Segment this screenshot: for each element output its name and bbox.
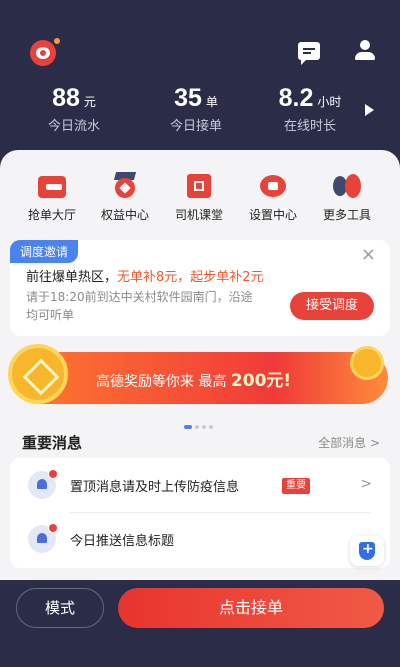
- banner-text-main: 高德奖励等你来 最高: [96, 374, 227, 390]
- quick-action-label: 司机课堂: [174, 208, 223, 222]
- shield-icon[interactable]: [350, 536, 384, 566]
- stat-unit: 小时: [317, 95, 342, 109]
- accept-dispatch-button[interactable]: 接受调度: [290, 292, 374, 320]
- banner-text: 高德奖励等你来 最高 200元!: [96, 366, 291, 391]
- list-item[interactable]: 置顶消息请及时上传防疫信息 重要 >: [10, 458, 390, 512]
- close-icon[interactable]: ×: [361, 244, 376, 265]
- news-text: 今日推送信息标题: [70, 534, 175, 549]
- chevron-right-icon: >: [360, 476, 372, 492]
- all-news-link[interactable]: 全部消息 >: [318, 434, 380, 451]
- banner-amount: 200元!: [230, 371, 292, 391]
- app-logo: [30, 38, 60, 66]
- order-hall-icon: [36, 172, 68, 200]
- stat-value: 8.2: [278, 84, 314, 112]
- quick-action-more-tools[interactable]: 更多工具: [312, 172, 382, 223]
- invite-title-highlight: 无单补8元，起步单补2元: [117, 270, 264, 285]
- coin-icon: [8, 344, 68, 404]
- message-icon[interactable]: [298, 42, 320, 65]
- reward-banner[interactable]: 高德奖励等你来 最高 200元!: [8, 344, 388, 404]
- invite-tag: 调度邀请: [10, 240, 79, 263]
- invite-description: 请于18:20前到达中关村软件园南门，沿途均可听单: [26, 290, 253, 322]
- bottom-bar: 模式 点击接单: [0, 580, 400, 667]
- stat-label: 今日流水: [47, 119, 100, 134]
- stat-label: 今日接单: [169, 119, 222, 134]
- stat-label: 在线时长: [283, 119, 336, 134]
- news-text: 置顶消息请及时上传防疫信息: [70, 480, 240, 495]
- news-heading: 重要消息: [22, 434, 83, 452]
- stat-unit: 单: [205, 95, 218, 109]
- bell-icon: [28, 469, 58, 499]
- quick-action-label: 更多工具: [322, 208, 371, 222]
- settings-icon: [257, 172, 289, 200]
- user-icon[interactable]: [354, 40, 376, 62]
- accept-order-button[interactable]: 点击接单: [118, 588, 384, 628]
- quick-action-settings[interactable]: 设置中心: [238, 172, 308, 223]
- main-sheet: 抢单大厅 权益中心 司机课堂 设置中心 更多工具 调度邀请 × 前往爆单热区，无…: [0, 150, 400, 580]
- list-item[interactable]: 今日推送信息标题: [10, 512, 390, 566]
- top-bar: 88 元 今日流水 35 单 今日接单 8.2 小时 在线时长: [0, 0, 400, 150]
- tools-icon: [331, 172, 363, 200]
- dispatch-invite-card: 调度邀请 × 前往爆单热区，无单补8元，起步单补2元 请于18:20前到达中关村…: [10, 240, 390, 336]
- invite-title: 前往爆单热区，无单补8元，起步单补2元: [26, 266, 264, 285]
- quick-action-rights[interactable]: 权益中心: [90, 172, 160, 223]
- medal-icon: [109, 172, 141, 200]
- mode-button[interactable]: 模式: [16, 588, 104, 628]
- quick-action-label: 权益中心: [100, 208, 149, 222]
- stat-unit: 元: [83, 95, 96, 109]
- play-arrow-icon[interactable]: [365, 104, 374, 116]
- stat-online-time: 8.2 小时 在线时长: [270, 84, 350, 134]
- bell-icon: [28, 523, 58, 553]
- quick-action-order-hall[interactable]: 抢单大厅: [17, 172, 87, 223]
- important-badge: 重要: [282, 478, 310, 494]
- stat-today-income: 88 元 今日流水: [38, 84, 110, 134]
- stat-today-orders: 35 单 今日接单: [156, 84, 236, 134]
- quick-action-label: 抢单大厅: [27, 208, 76, 222]
- coin-icon: [350, 346, 384, 380]
- stat-value: 88: [52, 84, 80, 112]
- book-icon: [183, 172, 215, 200]
- quick-action-driver-class[interactable]: 司机课堂: [164, 172, 234, 223]
- carousel-indicator: [184, 414, 216, 433]
- stat-value: 35: [174, 84, 202, 112]
- invite-title-prefix: 前往爆单热区，: [26, 270, 118, 285]
- quick-action-label: 设置中心: [248, 208, 297, 222]
- news-list: 置顶消息请及时上传防疫信息 重要 > 今日推送信息标题: [10, 458, 390, 568]
